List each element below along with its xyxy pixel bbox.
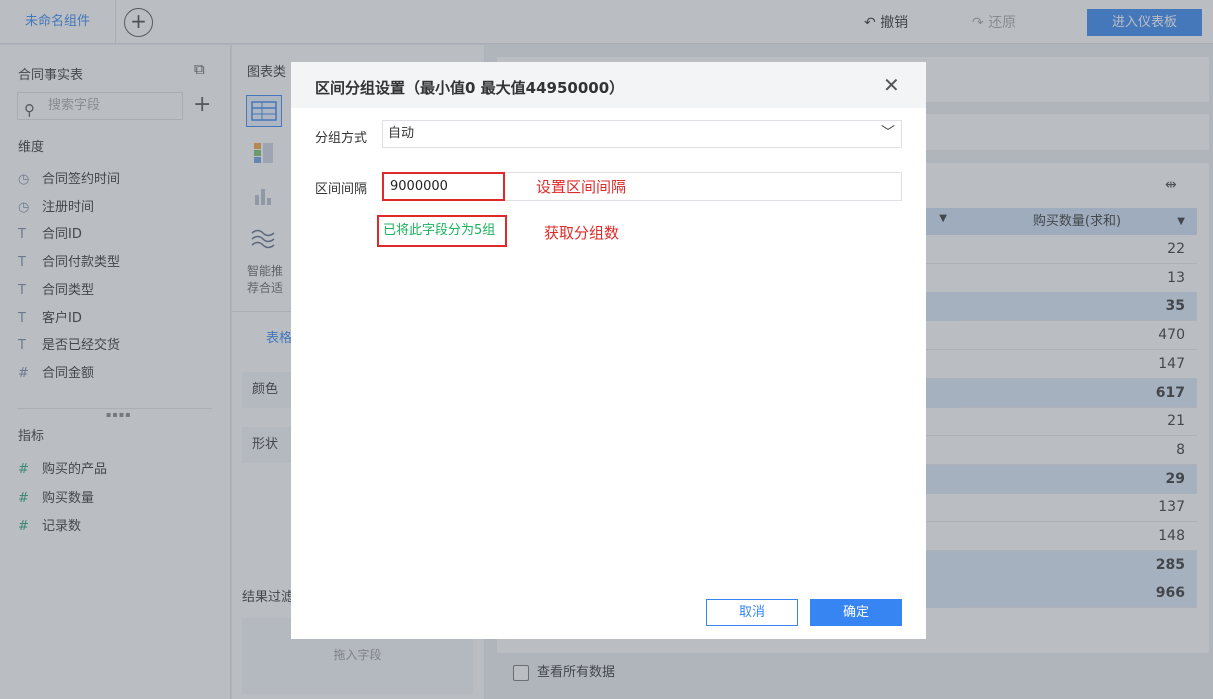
interval-group-dialog: 区间分组设置（最小值0 最大值44950000） ✕ 分组方式 自动 ﹀ 区间间… (291, 62, 926, 639)
interval-label: 区间间隔 (315, 182, 368, 197)
interval-annotation: 设置区间间隔 (536, 178, 627, 196)
cancel-button[interactable]: 取消 (706, 599, 798, 626)
interval-input[interactable]: 9000000 (382, 172, 505, 201)
group-mode-value: 自动 (388, 126, 415, 141)
group-count-annotation: 获取分组数 (544, 224, 620, 242)
group-mode-select[interactable]: 自动 ﹀ (382, 120, 902, 148)
group-count-message: 已将此字段分为5组 (377, 215, 507, 247)
chevron-down-icon: ﹀ (881, 125, 895, 141)
dialog-header: 区间分组设置（最小值0 最大值44950000） ✕ (291, 62, 926, 108)
dialog-title: 区间分组设置（最小值0 最大值44950000） (315, 79, 625, 97)
confirm-button[interactable]: 确定 (810, 599, 902, 626)
close-icon[interactable]: ✕ (883, 73, 900, 97)
group-mode-label: 分组方式 (315, 131, 368, 146)
